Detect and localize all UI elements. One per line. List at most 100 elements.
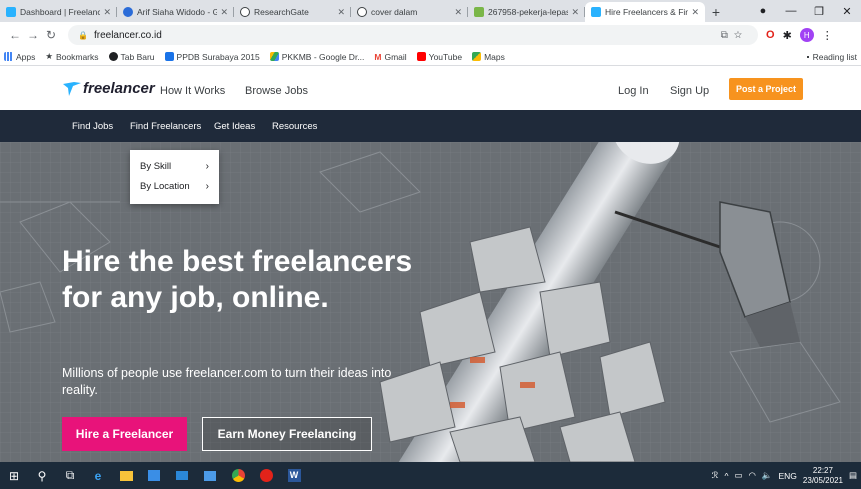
browser-tab[interactable]: Arif Siaha Widodo - G ✕ (117, 2, 234, 22)
browser-tab[interactable]: cover dalam ✕ (351, 2, 468, 22)
task-view-icon[interactable]: ⧉ (56, 462, 84, 489)
bookmark-apps[interactable]: Apps (4, 52, 35, 62)
chevron-right-icon: › (205, 180, 209, 192)
notifications-icon[interactable]: ▤ (849, 470, 857, 481)
dropdown-by-skill[interactable]: By Skill › (130, 156, 219, 176)
freelancer-logo[interactable]: freelancer (63, 80, 155, 97)
youtube-icon (416, 52, 426, 61)
store-icon[interactable] (140, 462, 168, 489)
sign-up-link[interactable]: Sign Up (670, 85, 709, 97)
close-tab-icon[interactable]: ✕ (571, 7, 579, 18)
close-window-icon[interactable]: ✕ (833, 5, 861, 18)
new-tab-button[interactable]: + (705, 2, 727, 22)
star-icon[interactable]: ☆ (734, 30, 748, 41)
nav-get-ideas[interactable]: Get Ideas (214, 121, 255, 132)
dropdown-label: By Location (140, 180, 190, 192)
extensions-area: O ✱ H ⋮ (766, 28, 833, 42)
minimize-icon[interactable]: — (777, 5, 805, 17)
freelancer-favicon-icon (591, 7, 601, 17)
tab-title: ResearchGate (254, 7, 309, 17)
photos-icon[interactable] (196, 462, 224, 489)
profile-dot-icon[interactable]: ● (749, 5, 777, 17)
forward-arrow-icon[interactable]: → (24, 28, 42, 42)
bookmark-label: PPDB Surabaya 2015 (176, 51, 260, 62)
globe-icon (108, 52, 118, 61)
opera-gx-icon[interactable] (252, 462, 280, 489)
bookmark-label: Tab Baru (120, 51, 155, 62)
browse-jobs-link[interactable]: Browse Jobs (245, 85, 308, 97)
dropdown-label: By Skill (140, 160, 172, 172)
bookmark-pkkmb[interactable]: PKKMB - Google Dr... (269, 52, 364, 62)
search-icon[interactable]: ⚲ (28, 462, 56, 489)
browser-tab[interactable]: ResearchGate ✕ (234, 2, 351, 22)
dropdown-by-location[interactable]: By Location › (130, 176, 219, 196)
star-icon: ★ (45, 51, 53, 61)
bookmark-label: Maps (484, 51, 505, 62)
bookmark-ppdb[interactable]: PPDB Surabaya 2015 (164, 51, 260, 62)
back-arrow-icon[interactable]: ← (6, 28, 24, 42)
wifi-icon[interactable]: ◠ (748, 470, 755, 481)
nav-find-jobs[interactable]: Find Jobs (72, 121, 113, 132)
tab-title: Arif Siaha Widodo - G (137, 7, 218, 17)
reload-icon[interactable]: ↻ (42, 28, 60, 42)
chevron-up-icon[interactable]: ^ (724, 471, 728, 481)
menu-kebab-icon[interactable]: ⋮ (822, 29, 833, 42)
tab-title: Dashboard | Freelance (20, 7, 101, 17)
tab-title: Hire Freelancers & Fin (605, 7, 689, 17)
bookmark-label: YouTube (428, 51, 463, 62)
bookmarks-bar: Apps ★ Bookmarks Tab Baru PPDB Surabaya … (0, 48, 861, 66)
site-header: freelancer How It Works Browse Jobs Log … (0, 66, 861, 110)
google-drive-icon (269, 52, 279, 61)
mail-icon[interactable] (168, 462, 196, 489)
opera-extension-icon[interactable]: O (766, 29, 775, 41)
globe-favicon-icon (357, 7, 367, 17)
browser-tab-active[interactable]: Hire Freelancers & Fin ✕ (585, 2, 705, 22)
chrome-icon[interactable] (224, 462, 252, 489)
bookmark-youtube[interactable]: YouTube (416, 51, 463, 62)
earn-money-button[interactable]: Earn Money Freelancing (202, 417, 372, 451)
bookmark-gmail[interactable]: M Gmail (374, 52, 406, 62)
profile-avatar-icon[interactable]: H (799, 28, 814, 42)
how-it-works-link[interactable]: How It Works (160, 85, 225, 97)
freelancer-favicon-icon (6, 7, 16, 17)
close-tab-icon[interactable]: ✕ (691, 7, 699, 18)
bookmark-label: Apps (16, 51, 36, 62)
close-tab-icon[interactable]: ✕ (220, 7, 228, 18)
browser-tab-strip: Dashboard | Freelance ✕ Arif Siaha Widod… (0, 0, 861, 22)
address-bar[interactable]: 🔒 freelancer.co.id ⧉☆ (68, 25, 758, 45)
apps-grid-icon (4, 52, 13, 61)
volume-icon[interactable]: 🔈 (762, 470, 773, 481)
windows-start-icon[interactable]: ⊞ (0, 462, 28, 489)
image-favicon-icon (474, 7, 484, 17)
close-tab-icon[interactable]: ✕ (337, 7, 345, 18)
bookmark-bookmarks[interactable]: ★ Bookmarks (45, 51, 98, 62)
reading-list[interactable]: Reading list (806, 52, 857, 62)
hero-subtitle: Millions of people use freelancer.com to… (62, 366, 392, 397)
hire-freelancer-button[interactable]: Hire a Freelancer (62, 417, 187, 451)
language-indicator[interactable]: ENG (779, 471, 797, 481)
bookmark-maps[interactable]: Maps (472, 52, 505, 62)
battery-icon[interactable]: ▭ (734, 470, 742, 481)
close-tab-icon[interactable]: ✕ (103, 7, 111, 18)
post-project-button[interactable]: Post a Project (729, 78, 803, 100)
bookmark-label: Gmail (384, 51, 407, 62)
restore-icon[interactable]: ❐ (805, 5, 833, 18)
bookmark-tab-baru[interactable]: Tab Baru (108, 51, 155, 62)
close-tab-icon[interactable]: ✕ (454, 7, 462, 18)
log-in-link[interactable]: Log In (618, 85, 649, 97)
maps-icon (472, 52, 482, 61)
omnibox-actions: ⧉☆ (721, 30, 748, 41)
translate-icon[interactable]: ⧉ (721, 30, 734, 41)
people-icon[interactable]: ℛ (712, 470, 719, 481)
browser-tab[interactable]: 267958-pekerja-lepas ✕ (468, 2, 585, 22)
edge-browser-icon[interactable]: e (84, 462, 112, 489)
file-explorer-icon[interactable] (112, 462, 140, 489)
globe-favicon-icon (240, 7, 250, 17)
word-icon[interactable]: W (280, 462, 308, 489)
logo-text: freelancer (83, 80, 155, 97)
browser-tab[interactable]: Dashboard | Freelance ✕ (0, 2, 117, 22)
nav-find-freelancers[interactable]: Find Freelancers (130, 121, 201, 132)
clock[interactable]: 22:27 23/05/2021 (803, 466, 843, 486)
nav-resources[interactable]: Resources (272, 121, 317, 132)
puzzle-extension-icon[interactable]: ✱ (783, 29, 792, 42)
